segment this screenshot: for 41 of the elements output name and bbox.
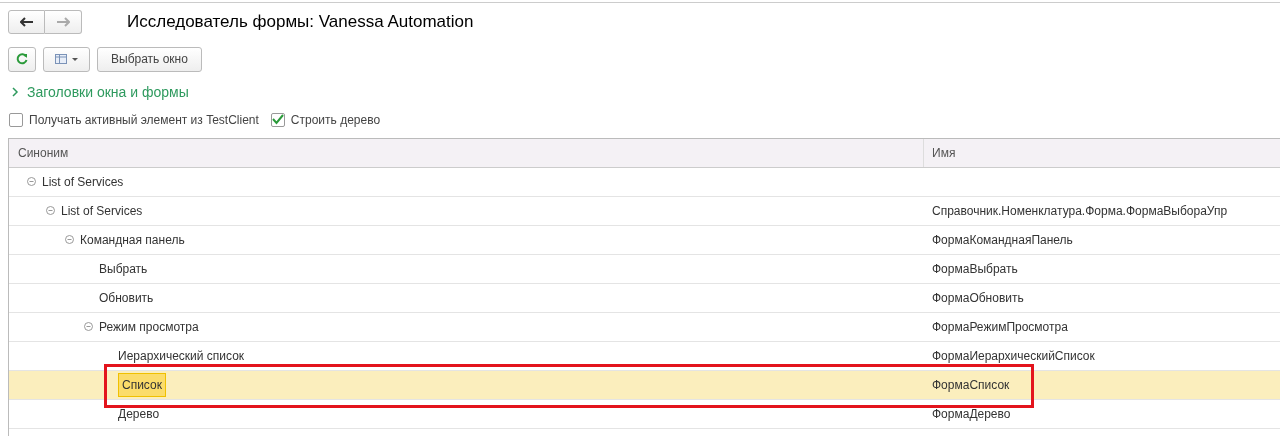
name-cell-text: ФормаКоманднаяПанель xyxy=(932,231,1073,249)
synonym-cell-text: Иерархический список xyxy=(118,347,245,365)
synonym-cell-text: Командная панель xyxy=(80,231,185,249)
right-arrow-icon xyxy=(56,16,70,27)
group-toggle[interactable]: Заголовки окна и формы xyxy=(12,81,189,103)
chevron-right-icon xyxy=(12,87,19,97)
collapse-icon[interactable] xyxy=(27,177,36,186)
collapse-icon[interactable] xyxy=(84,322,93,331)
synonym-cell-text: List of Services xyxy=(61,202,143,220)
table-view-dropdown[interactable] xyxy=(43,46,90,72)
checkbox[interactable] xyxy=(9,112,23,127)
name-cell-text: Справочник.Номенклатура.Форма.ФормаВыбораУпр xyxy=(932,202,1228,220)
name-cell-text: ФормаВыбрать xyxy=(932,260,1018,278)
collapse-icon[interactable] xyxy=(46,206,55,215)
synonym-cell-text: Режим просмотра xyxy=(99,318,199,336)
select-window-button[interactable]: Выбрать окно xyxy=(97,46,202,72)
column-header[interactable]: Имя xyxy=(924,138,1280,167)
back-button[interactable] xyxy=(8,9,45,34)
synonym-cell-text: Выбрать xyxy=(99,260,148,278)
synonym-cell-text: List of Services xyxy=(42,173,124,191)
table-icon xyxy=(55,54,67,64)
checkbox-label: Строить дерево xyxy=(290,111,381,129)
caret-icon xyxy=(72,57,78,61)
name-cell-text: ФормаСписок xyxy=(932,376,1010,394)
window-title: Исследователь формы: Vanessa Automation xyxy=(127,11,474,33)
tree-row[interactable]: Список ФормаСписок xyxy=(9,370,1280,400)
column-header[interactable]: Синоним xyxy=(9,138,924,167)
checkmark-icon xyxy=(271,114,284,125)
checkbox-label: Получать активный элемент из TestClient xyxy=(29,111,259,129)
name-cell-text: ФормаРежимПросмотра xyxy=(932,318,1068,336)
left-arrow-icon xyxy=(19,16,34,27)
checkbox[interactable] xyxy=(270,112,285,127)
synonym-cell: Список xyxy=(118,372,166,397)
name-cell-text: ФормаОбновить xyxy=(932,289,1024,307)
collapse-icon[interactable] xyxy=(65,235,74,244)
name-cell-text: ФормаДерево xyxy=(932,405,1011,423)
refresh-icon xyxy=(16,53,28,65)
synonym-cell-text: Обновить xyxy=(99,289,154,307)
name-cell-text: ФормаИерархическийСписок xyxy=(932,347,1095,365)
refresh-button[interactable] xyxy=(8,46,36,72)
synonym-cell-text: Дерево xyxy=(118,405,160,423)
